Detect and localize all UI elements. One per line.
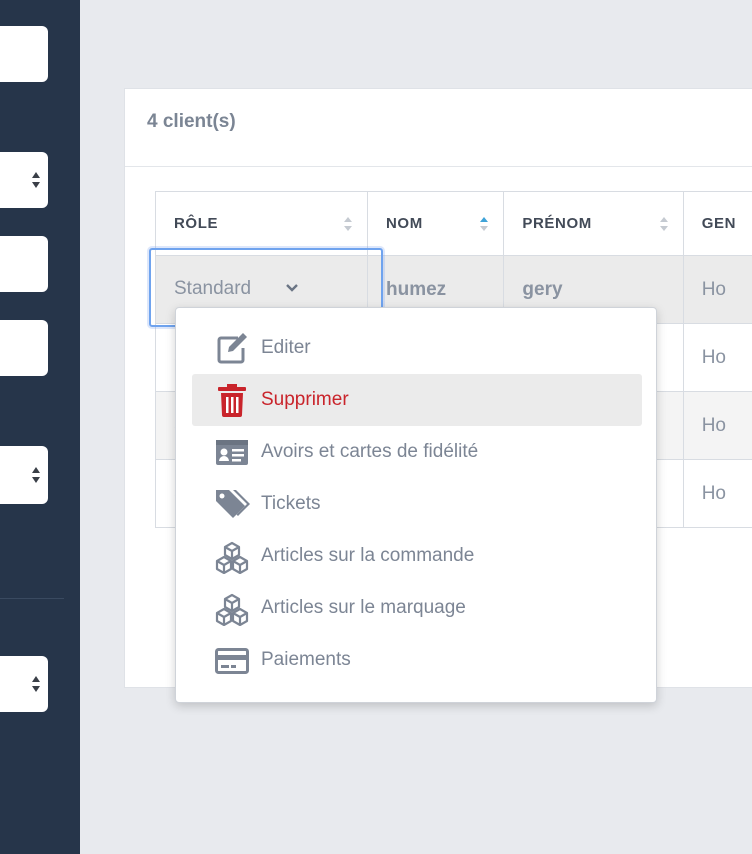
sidebar-input-1[interactable] <box>0 26 48 82</box>
menu-item-tickets[interactable]: Tickets <box>192 478 642 530</box>
sidebar-divider <box>0 598 64 599</box>
menu-item-label: Paiements <box>261 649 351 670</box>
sidebar-select-2[interactable] <box>0 446 48 504</box>
menu-item-paiements[interactable]: Paiements <box>192 634 642 686</box>
sidebar-select-1[interactable] <box>0 152 48 208</box>
menu-item-label: Editer <box>261 337 311 358</box>
sort-asc-icon <box>480 216 489 231</box>
menu-item-articles-marquage[interactable]: Articles sur le marquage <box>192 582 642 634</box>
menu-item-label: Articles sur la commande <box>261 545 475 566</box>
sort-icon <box>344 216 352 231</box>
menu-item-label: Avoirs et cartes de fidélité <box>261 441 479 462</box>
column-label: GEN <box>701 215 737 232</box>
cell-genre: Ho <box>682 323 752 392</box>
id-card-icon <box>216 440 248 465</box>
trash-icon <box>218 384 246 417</box>
menu-item-editer[interactable]: Editer <box>192 322 642 374</box>
column-header-nom[interactable]: NOM <box>366 191 505 256</box>
select-arrows-icon <box>32 467 40 483</box>
cell-genre: Ho <box>682 255 752 324</box>
sidebar-input-2[interactable] <box>0 236 48 292</box>
menu-item-avoirs[interactable]: Avoirs et cartes de fidélité <box>192 426 642 478</box>
menu-item-supprimer[interactable]: Supprimer <box>192 374 642 426</box>
role-select-value: Standard <box>174 278 252 299</box>
column-label: NOM <box>386 215 423 232</box>
edit-icon <box>217 333 247 364</box>
menu-item-label: Articles sur le marquage <box>261 597 466 618</box>
cell-genre: Ho <box>682 459 752 528</box>
cubes-icon <box>215 541 249 574</box>
sidebar-input-3[interactable] <box>0 320 48 376</box>
sidebar <box>0 0 80 854</box>
column-label: RÔLE <box>174 215 219 232</box>
menu-item-label: Supprimer <box>261 389 349 410</box>
menu-item-label: Tickets <box>261 493 321 514</box>
select-arrows-icon <box>32 676 40 692</box>
credit-card-icon <box>215 648 249 674</box>
column-header-prenom[interactable]: PRÉNOM <box>503 191 684 256</box>
tags-icon <box>216 490 250 518</box>
select-arrows-icon <box>32 172 40 188</box>
panel-title: 4 client(s) <box>147 111 236 132</box>
column-header-genre[interactable]: GEN <box>682 191 752 256</box>
column-label: PRÉNOM <box>522 215 592 232</box>
panel-header: 4 client(s) <box>125 89 752 167</box>
cubes-icon <box>215 593 249 626</box>
sort-icon <box>659 216 668 231</box>
sidebar-select-3[interactable] <box>0 656 48 712</box>
column-header-role[interactable]: RÔLE <box>155 191 368 256</box>
chevron-down-icon <box>286 284 298 292</box>
cell-genre: Ho <box>682 391 752 460</box>
row-actions-menu: Editer Supprimer Avoirs et cartes de fid… <box>175 307 657 703</box>
menu-item-articles-commande[interactable]: Articles sur la commande <box>192 530 642 582</box>
